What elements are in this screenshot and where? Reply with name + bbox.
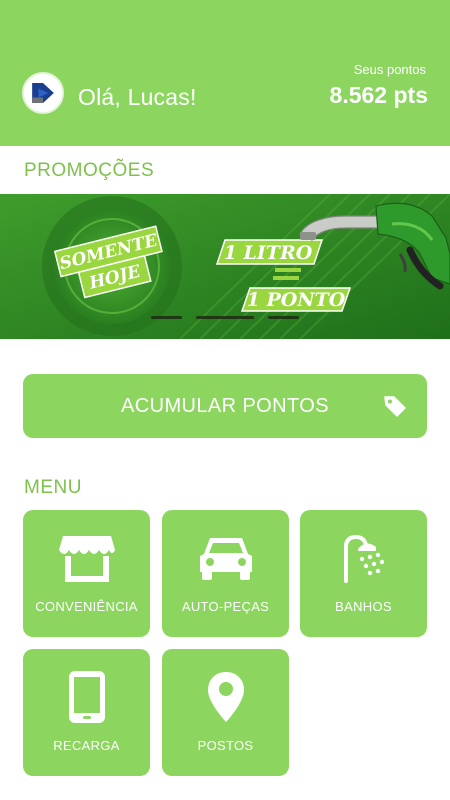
map-pin-icon — [207, 672, 244, 722]
shower-icon — [343, 534, 384, 583]
points-value: 8.562 pts — [329, 82, 428, 108]
menu-item-label: AUTO-PEÇAS — [181, 599, 270, 614]
accumulate-points-label: ACUMULAR PONTOS — [121, 395, 329, 417]
greeting-text: Olá, Lucas! — [78, 84, 197, 110]
store-icon — [58, 536, 115, 582]
carousel-indicators — [0, 316, 450, 322]
carousel-dot[interactable] — [268, 316, 299, 319]
app-screen: Olá, Lucas! Seus pontos 8.562 pts PROMOÇ… — [0, 0, 450, 800]
accumulate-points-button[interactable]: ACUMULAR PONTOS — [23, 374, 427, 438]
car-icon — [199, 538, 252, 580]
offer-line1: 1 LITRO — [224, 242, 313, 264]
menu-item-postos[interactable]: POSTOS — [162, 649, 289, 776]
offer-line2: 1 PONTO — [247, 289, 346, 311]
menu-item-recarga[interactable]: RECARGA — [23, 649, 150, 776]
menu-item-label: CONVENIÊNCIA — [35, 599, 138, 614]
menu-item-conveniencia[interactable]: CONVENIÊNCIA — [23, 510, 150, 637]
promotions-title: PROMOÇÕES — [24, 160, 155, 181]
menu-title: MENU — [24, 477, 82, 498]
brand-logo-icon — [22, 72, 64, 114]
menu-item-auto-pecas[interactable]: AUTO-PEÇAS — [162, 510, 289, 637]
tag-icon — [384, 396, 406, 417]
header: Olá, Lucas! Seus pontos 8.562 pts — [0, 0, 450, 146]
menu-item-label: RECARGA — [53, 738, 120, 753]
menu-item-banhos[interactable]: BANHOS — [300, 510, 427, 637]
smartphone-icon — [68, 671, 105, 723]
menu-item-label: POSTOS — [197, 738, 254, 753]
carousel-dot[interactable] — [151, 316, 182, 319]
carousel-dot-active[interactable] — [196, 316, 254, 319]
menu-item-label: BANHOS — [335, 599, 392, 614]
points-label: Seus pontos — [353, 62, 426, 77]
